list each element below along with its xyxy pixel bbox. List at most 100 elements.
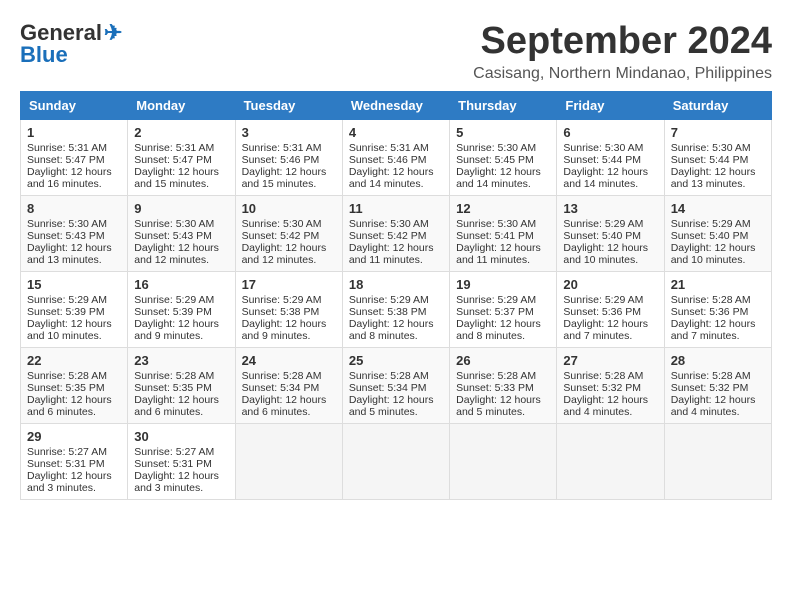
day-info-line: Daylight: 12 hours [563,318,657,330]
day-info-line: Sunrise: 5:27 AM [134,446,228,458]
day-info-line: Daylight: 12 hours [27,394,121,406]
day-info-line: Sunrise: 5:29 AM [134,294,228,306]
day-info-line: Sunset: 5:42 PM [242,230,336,242]
location-title: Casisang, Northern Mindanao, Philippines [473,65,772,83]
day-info-line: and 15 minutes. [242,178,336,190]
calendar-cell: 5Sunrise: 5:30 AMSunset: 5:45 PMDaylight… [450,120,557,196]
day-number: 20 [563,277,657,292]
day-info-line: Sunrise: 5:27 AM [27,446,121,458]
day-number: 24 [242,353,336,368]
day-info-line: Sunrise: 5:30 AM [563,142,657,154]
day-info-line: Sunset: 5:42 PM [349,230,443,242]
logo-bird-icon: ✈ [104,20,122,46]
day-info-line: and 6 minutes. [134,406,228,418]
day-info-line: and 9 minutes. [242,330,336,342]
day-info-line: Sunrise: 5:28 AM [134,370,228,382]
day-info-line: Daylight: 12 hours [349,394,443,406]
day-info-line: and 6 minutes. [27,406,121,418]
day-info-line: Daylight: 12 hours [27,470,121,482]
calendar-cell: 11Sunrise: 5:30 AMSunset: 5:42 PMDayligh… [342,196,449,272]
calendar-cell: 1Sunrise: 5:31 AMSunset: 5:47 PMDaylight… [21,120,128,196]
day-info-line: Daylight: 12 hours [242,166,336,178]
day-number: 28 [671,353,765,368]
day-info-line: Daylight: 12 hours [134,394,228,406]
day-info-line: Sunrise: 5:29 AM [456,294,550,306]
calendar-cell: 15 Sunrise: 5:29 AMSunset: 5:39 PMDayligh… [21,272,128,348]
day-info-line: Sunset: 5:44 PM [563,154,657,166]
day-info-line: Sunrise: 5:30 AM [456,218,550,230]
day-info-line: Sunset: 5:32 PM [563,382,657,394]
weekday-header-friday: Friday [557,92,664,120]
day-number: 14 [671,201,765,216]
day-info-line: Sunset: 5:33 PM [456,382,550,394]
day-info-line: and 15 minutes. [134,178,228,190]
day-number: 8 [27,201,121,216]
calendar-cell: 26Sunrise: 5:28 AMSunset: 5:33 PMDayligh… [450,348,557,424]
day-info-line: Sunrise: 5:29 AM [563,294,657,306]
day-number: 3 [242,125,336,140]
day-info-line: Sunrise: 5:29 AM [563,218,657,230]
day-info-line: Daylight: 12 hours [242,242,336,254]
day-number: 4 [349,125,443,140]
calendar-cell: 8Sunrise: 5:30 AMSunset: 5:43 PMDaylight… [21,196,128,272]
day-info-line: and 12 minutes. [134,254,228,266]
day-info-line: Sunset: 5:44 PM [671,154,765,166]
calendar-week-1: 1Sunrise: 5:31 AMSunset: 5:47 PMDaylight… [21,120,772,196]
calendar-cell [235,424,342,500]
day-info-line: and 7 minutes. [671,330,765,342]
day-number: 15 [27,277,121,292]
day-info-line: Sunrise: 5:28 AM [563,370,657,382]
day-info-line: Sunrise: 5:31 AM [134,142,228,154]
day-number: 12 [456,201,550,216]
day-info-line: Sunset: 5:32 PM [671,382,765,394]
day-info-line: Sunset: 5:40 PM [671,230,765,242]
day-info-line: Sunrise: 5:29 AM [27,294,121,306]
day-info-line: Daylight: 12 hours [456,242,550,254]
day-info-line: Sunset: 5:37 PM [456,306,550,318]
day-info-line: Sunrise: 5:30 AM [242,218,336,230]
calendar-cell: 9Sunrise: 5:30 AMSunset: 5:43 PMDaylight… [128,196,235,272]
weekday-header-sunday: Sunday [21,92,128,120]
day-number: 23 [134,353,228,368]
day-info-line: Daylight: 12 hours [134,166,228,178]
day-info-line: Sunset: 5:39 PM [27,306,121,318]
day-info-line: Daylight: 12 hours [349,166,443,178]
day-info-line: Sunset: 5:46 PM [349,154,443,166]
day-number: 18 [349,277,443,292]
day-info-line: Sunset: 5:41 PM [456,230,550,242]
calendar-cell: 17Sunrise: 5:29 AMSunset: 5:38 PMDayligh… [235,272,342,348]
calendar-cell: 29Sunrise: 5:27 AMSunset: 5:31 PMDayligh… [21,424,128,500]
day-info-line: and 14 minutes. [349,178,443,190]
day-info-line: Sunset: 5:47 PM [27,154,121,166]
day-info-line: Daylight: 12 hours [456,166,550,178]
day-info-line: Daylight: 12 hours [349,242,443,254]
day-info-line: Daylight: 12 hours [563,242,657,254]
day-info-line: Sunrise: 5:31 AM [349,142,443,154]
calendar-cell: 6Sunrise: 5:30 AMSunset: 5:44 PMDaylight… [557,120,664,196]
day-info-line: Daylight: 12 hours [134,470,228,482]
calendar-cell: 19Sunrise: 5:29 AMSunset: 5:37 PMDayligh… [450,272,557,348]
day-info-line: Sunset: 5:43 PM [27,230,121,242]
day-info-line: and 11 minutes. [456,254,550,266]
day-info-line: Sunrise: 5:30 AM [671,142,765,154]
calendar-cell: 24Sunrise: 5:28 AMSunset: 5:34 PMDayligh… [235,348,342,424]
day-info-line: and 14 minutes. [456,178,550,190]
calendar-cell: 7Sunrise: 5:30 AMSunset: 5:44 PMDaylight… [664,120,771,196]
day-info-line: and 9 minutes. [134,330,228,342]
day-info-line: Daylight: 12 hours [27,318,121,330]
calendar-cell: 2Sunrise: 5:31 AMSunset: 5:47 PMDaylight… [128,120,235,196]
calendar-week-3: 15Sunrise: 5:29 AMSunset: 5:39 PMDayligh… [21,272,772,348]
calendar-cell: 18 Sunrise: 5:29 AMSunset: 5:38 PMDayligh… [342,272,449,348]
calendar-cell: 22Sunrise: 5:28 AMSunset: 5:35 PMDayligh… [21,348,128,424]
weekday-header-wednesday: Wednesday [342,92,449,120]
day-info-line: Daylight: 12 hours [563,394,657,406]
day-info-line: Sunset: 5:39 PM [134,306,228,318]
calendar-cell: 23Sunrise: 5:28 AMSunset: 5:35 PMDayligh… [128,348,235,424]
calendar-cell: 30Sunrise: 5:27 AMSunset: 5:31 PMDayligh… [128,424,235,500]
day-info-line: Daylight: 12 hours [349,318,443,330]
calendar-cell: 10Sunrise: 5:30 AMSunset: 5:42 PMDayligh… [235,196,342,272]
day-info-line: Sunset: 5:38 PM [349,306,443,318]
day-info-line: Sunrise: 5:29 AM [349,294,443,306]
calendar-cell: 4 Sunrise: 5:31 AMSunset: 5:46 PMDaylight… [342,120,449,196]
day-info-line: Sunset: 5:43 PM [134,230,228,242]
